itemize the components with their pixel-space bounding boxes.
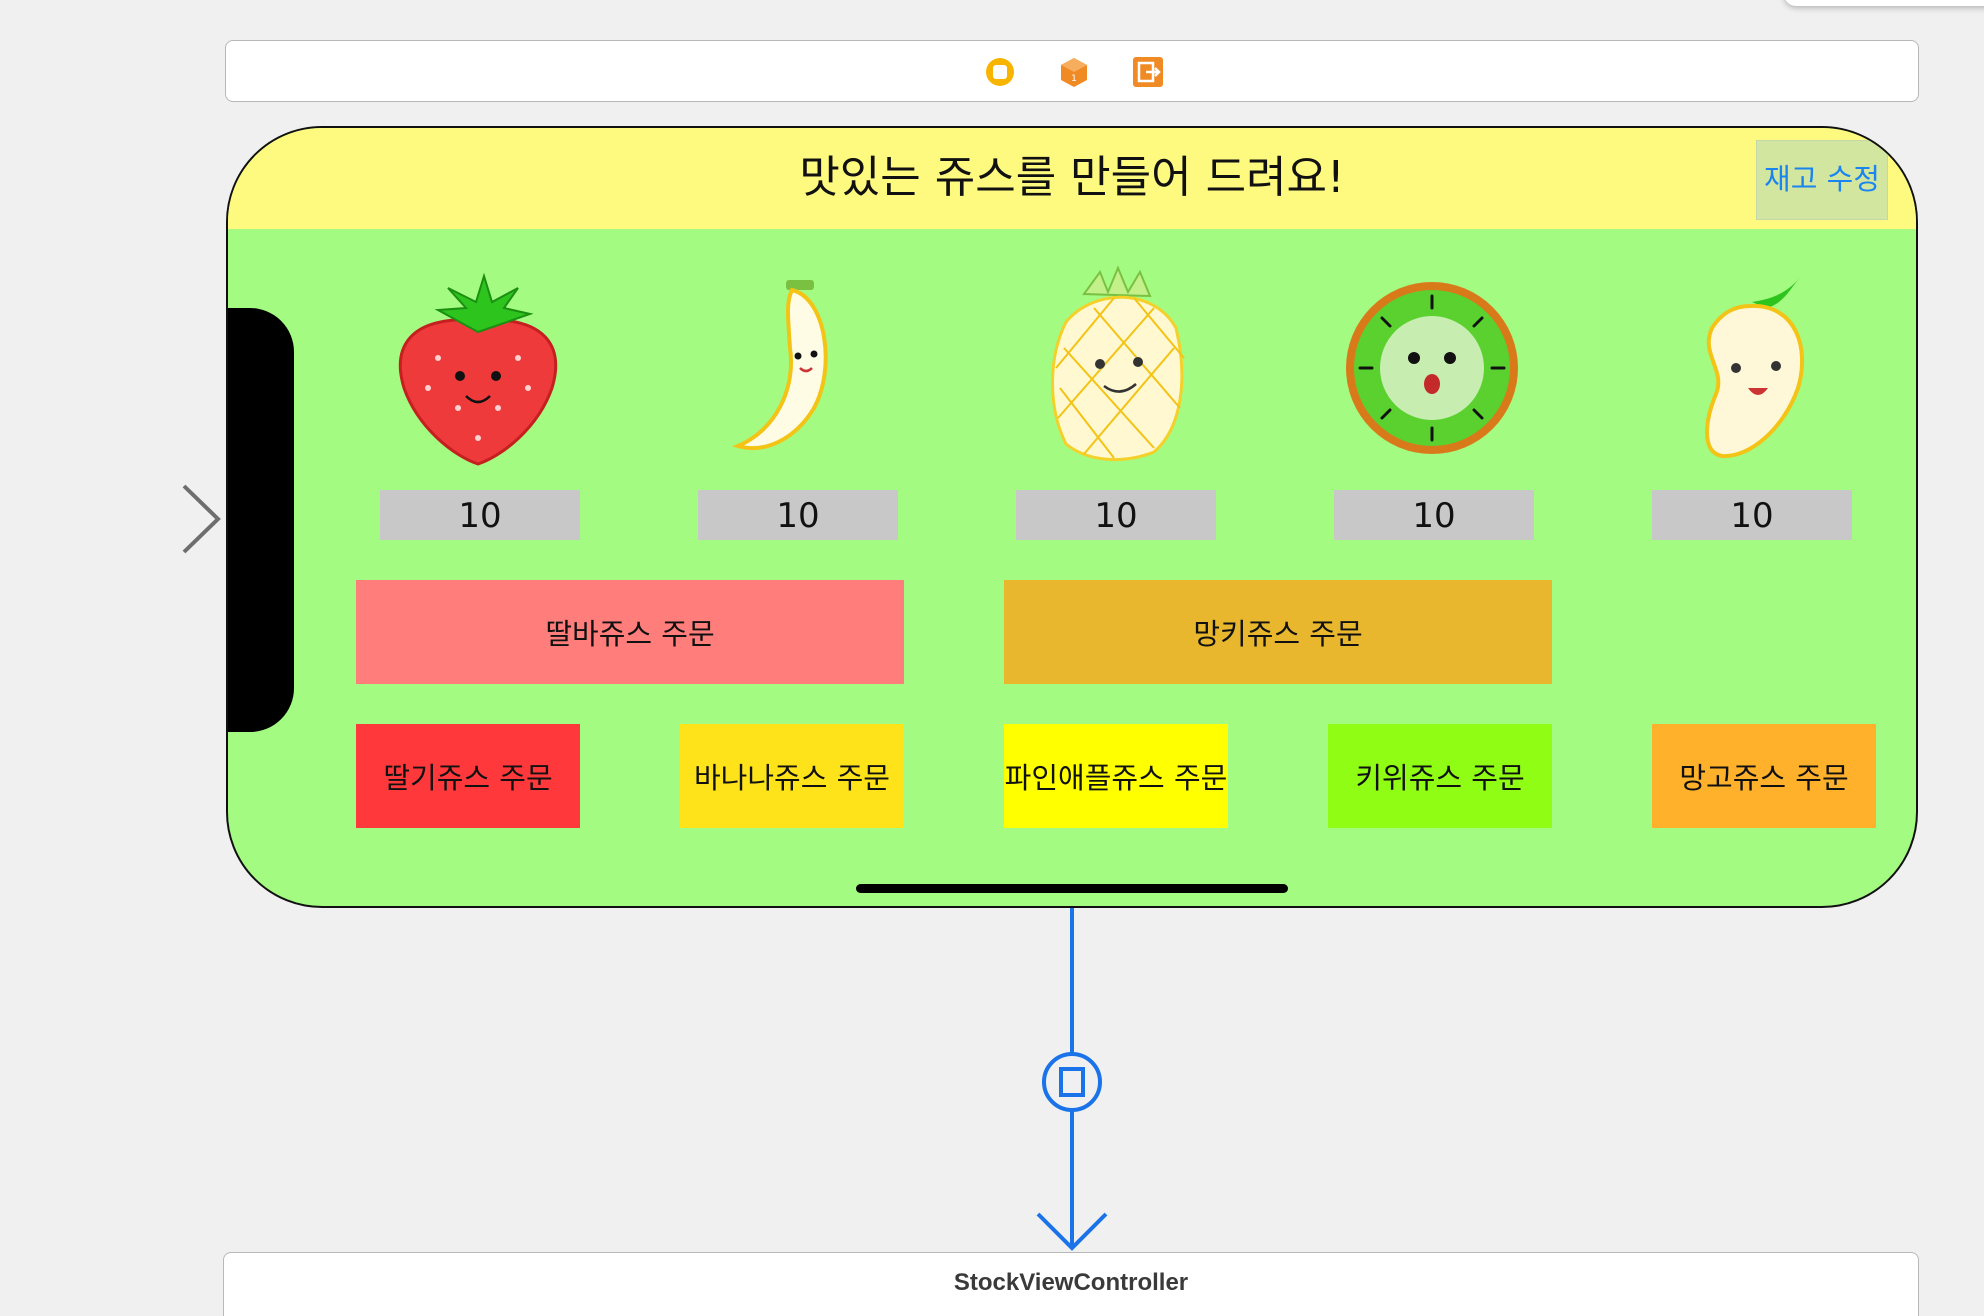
page-title: 맛있는 쥬스를 만들어 드려요! — [799, 152, 1345, 203]
kiwi-image — [1346, 282, 1518, 454]
stock-view-controller-scene[interactable]: StockViewController — [223, 1252, 1919, 1316]
banana-image — [731, 280, 828, 450]
home-indicator — [856, 884, 1288, 893]
iphone-scene[interactable]: 맛있는 쥬스를 만들어 드려요! 재고 수정 10 10 10 10 10 딸바… — [226, 126, 1918, 908]
banana-stock-label: 10 — [698, 490, 898, 540]
exit-icon[interactable] — [1132, 56, 1164, 88]
first-responder-icon[interactable]: 1 — [1058, 56, 1090, 88]
view-controller-icon[interactable] — [984, 56, 1016, 88]
strawberry-order-button[interactable]: 딸기쥬스 주문 — [356, 724, 580, 828]
pineapple-stock-label: 10 — [1016, 490, 1216, 540]
scene-title: StockViewController — [953, 1269, 1189, 1296]
banana-order-button[interactable]: 바나나쥬스 주문 — [680, 724, 904, 828]
mango-stock-label: 10 — [1652, 490, 1852, 540]
mango-image — [1705, 278, 1805, 459]
mango-order-button[interactable]: 망고쥬스 주문 — [1652, 724, 1876, 828]
initial-vc-arrow-icon — [22, 484, 221, 554]
strawberry-image — [398, 272, 558, 466]
scene-dock: 1 — [225, 40, 1919, 102]
device-notch — [228, 308, 294, 732]
svg-text:1: 1 — [1071, 74, 1077, 84]
strawberry-banana-order-button[interactable]: 딸바쥬스 주문 — [356, 580, 904, 684]
segue-present-modally-icon[interactable] — [1032, 908, 1112, 1254]
strawberry-stock-label: 10 — [380, 490, 580, 540]
edit-stock-button[interactable]: 재고 수정 — [1756, 140, 1888, 220]
kiwi-stock-label: 10 — [1334, 490, 1534, 540]
inspector-panel-edge — [1784, 0, 1984, 6]
pineapple-image — [1051, 265, 1185, 462]
mango-kiwi-order-button[interactable]: 망키쥬스 주문 — [1004, 580, 1552, 684]
kiwi-order-button[interactable]: 키위쥬스 주문 — [1328, 724, 1552, 828]
title-bar: 맛있는 쥬스를 만들어 드려요! 재고 수정 — [228, 128, 1916, 229]
pineapple-order-button[interactable]: 파인애플쥬스 주문 — [1004, 724, 1228, 828]
